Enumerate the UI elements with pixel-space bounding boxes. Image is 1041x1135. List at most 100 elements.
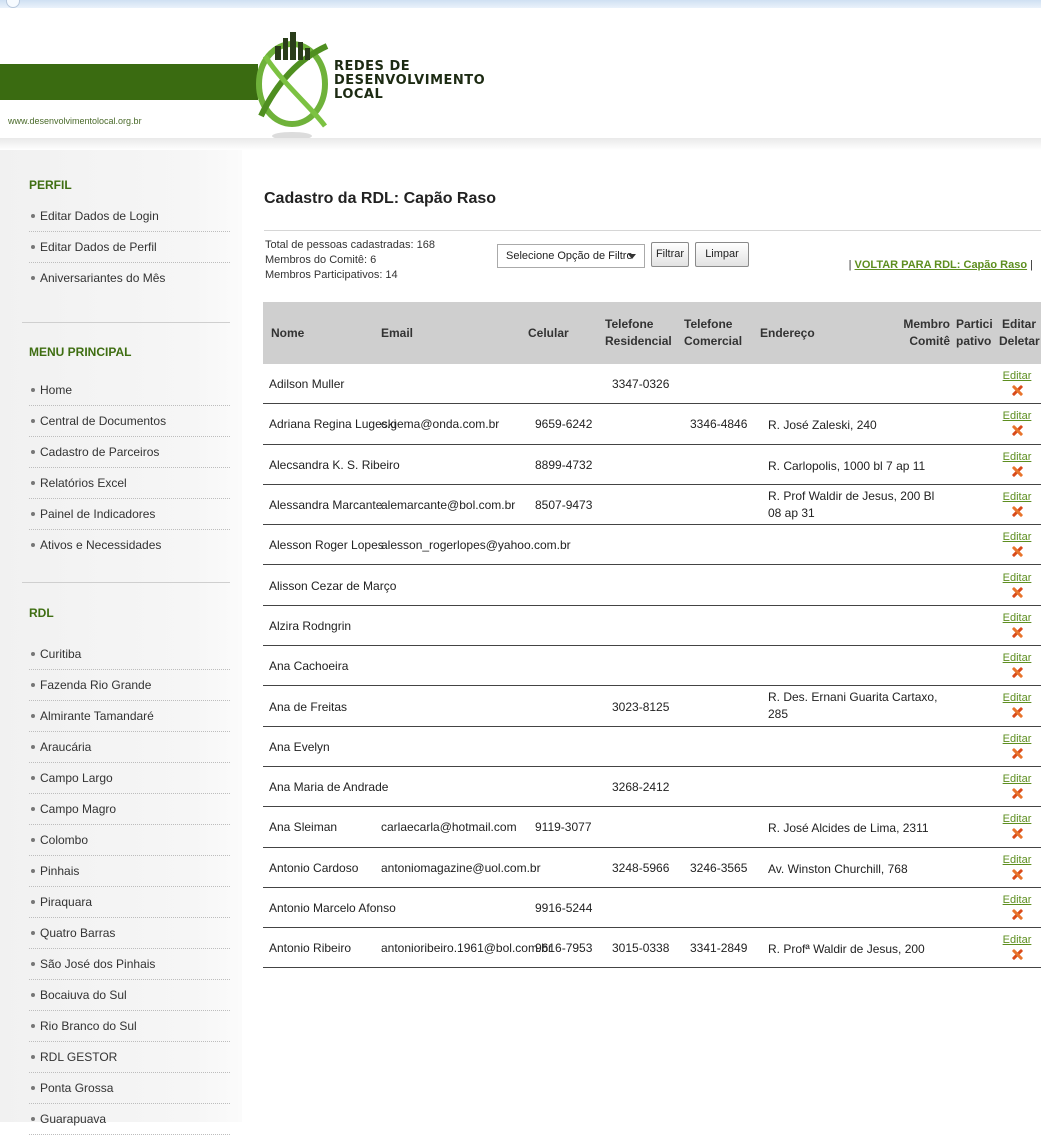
sidebar-item-cadastro-parceiros[interactable]: Cadastro de Parceiros — [29, 437, 230, 468]
delete-x-icon[interactable] — [1011, 424, 1023, 436]
sidebar-item-rdl[interactable]: Campo Magro — [29, 794, 230, 825]
delete-x-icon[interactable] — [1011, 626, 1023, 638]
delete-x-icon[interactable] — [1011, 908, 1023, 920]
logo-globe-icon[interactable] — [255, 26, 330, 141]
sidebar-item-rdl[interactable]: Bocaiuva do Sul — [29, 980, 230, 1011]
sidebar-item-rdl[interactable]: Araucária — [29, 732, 230, 763]
edit-link[interactable]: Editar — [999, 773, 1035, 786]
sidebar-item-rdl[interactable]: São José dos Pinhais — [29, 949, 230, 980]
sidebar-item-rdl[interactable]: Almirante Tamandaré — [29, 701, 230, 732]
voltar-link[interactable]: VOLTAR PARA RDL: Capão Raso — [855, 259, 1028, 271]
sidebar-item-editar-perfil[interactable]: Editar Dados de Perfil — [29, 232, 230, 263]
edit-link[interactable]: Editar — [999, 894, 1035, 907]
sidebar-item-editar-login[interactable]: Editar Dados de Login — [29, 201, 230, 232]
bullet-icon — [31, 418, 35, 423]
site-url[interactable]: www.desenvolvimentolocal.org.br — [8, 116, 142, 126]
cell-celular: 8899-4732 — [535, 457, 593, 472]
sidebar-item-rdl[interactable]: Colombo — [29, 825, 230, 856]
edit-link[interactable]: Editar — [999, 733, 1035, 746]
cell-telefone-comercial: 3346-4846 — [690, 417, 748, 432]
col-header-telefone-comercial[interactable]: Telefone Comercial — [684, 316, 742, 350]
sidebar-item-painel-indicadores[interactable]: Painel de Indicadores — [29, 499, 230, 530]
sidebar-item-rdl[interactable]: Ponta Grossa — [29, 1073, 230, 1104]
edit-link[interactable]: Editar — [999, 491, 1035, 504]
delete-x-icon[interactable] — [1011, 384, 1023, 396]
delete-x-icon[interactable] — [1011, 706, 1023, 718]
sidebar-item-rdl[interactable]: Campo Largo — [29, 763, 230, 794]
bullet-icon — [31, 837, 35, 842]
col-header-endereco[interactable]: Endereço — [760, 325, 815, 342]
delete-x-icon[interactable] — [1011, 747, 1023, 759]
voltar-separator-right: | — [1030, 259, 1033, 271]
col-header-nome[interactable]: Nome — [271, 325, 304, 342]
edit-link[interactable]: Editar — [999, 934, 1035, 947]
sidebar-item-rdl[interactable]: Fazenda Rio Grande — [29, 670, 230, 701]
sidebar-item-rdl[interactable]: RDL GESTOR — [29, 1042, 230, 1073]
bullet-icon — [31, 992, 35, 997]
edit-link[interactable]: Editar — [999, 410, 1035, 423]
bullet-icon — [31, 1085, 35, 1090]
sidebar-item-home[interactable]: Home — [29, 375, 230, 406]
col-header-celular[interactable]: Celular — [528, 325, 569, 342]
edit-link[interactable]: Editar — [999, 572, 1035, 585]
sidebar-divider — [22, 322, 230, 323]
edit-delete-cell: Editar — [999, 733, 1035, 764]
delete-x-icon[interactable] — [1011, 868, 1023, 880]
table-row: Antonio Ribeiro antonioribeiro.1961@bol.c… — [263, 928, 1041, 969]
edit-link[interactable]: Editar — [999, 370, 1035, 383]
bullet-icon — [31, 449, 35, 454]
logo-text[interactable]: REDES DE DESENVOLVIMENTO LOCAL — [334, 60, 485, 102]
cell-email: carlaecarla@hotmail.com — [381, 820, 517, 835]
delete-x-icon[interactable] — [1011, 787, 1023, 799]
table-row: Alecsandra K. S. Ribeiro 8899-4732 R. Carl… — [263, 445, 1041, 485]
bullet-icon — [31, 480, 35, 485]
edit-delete-cell: Editar — [999, 612, 1035, 643]
col-header-membro-comite[interactable]: Membro Comitê — [877, 316, 950, 350]
cell-email: antonioribeiro.1961@bol.com.br — [381, 941, 552, 956]
sidebar-item-relatorios-excel[interactable]: Relatórios Excel — [29, 468, 230, 499]
stat-total: Total de pessoas cadastradas: 168 — [265, 239, 436, 251]
cell-endereco: R. José Alcides de Lima, 2311 — [768, 821, 929, 836]
sidebar-item-rdl[interactable]: Guarapuava — [29, 1104, 230, 1135]
edit-link[interactable]: Editar — [999, 451, 1035, 464]
delete-x-icon[interactable] — [1011, 827, 1023, 839]
clear-button[interactable]: Limpar — [695, 242, 749, 267]
edit-link[interactable]: Editar — [999, 854, 1035, 867]
cell-endereco: R. Carlopolis, 1000 bl 7 ap 11 — [768, 458, 926, 473]
sidebar-item-rdl[interactable]: Quatro Barras — [29, 918, 230, 949]
bullet-icon — [31, 542, 35, 547]
col-header-editar-deletar: Editar Deletar — [999, 317, 1040, 348]
filter-select[interactable]: Selecione Opção de Filtro — [497, 244, 645, 268]
bullet-icon — [31, 868, 35, 873]
sidebar-item-rdl[interactable]: Piraquara — [29, 887, 230, 918]
edit-link[interactable]: Editar — [999, 612, 1035, 625]
bullet-icon — [31, 511, 35, 516]
stat-participativos: Membros Participativos: 14 — [265, 269, 398, 281]
col-header-email[interactable]: Email — [381, 325, 413, 342]
cell-endereco: Av. Winston Churchill, 768 — [768, 861, 908, 876]
filter-button[interactable]: Filtrar — [651, 242, 689, 267]
delete-x-icon[interactable] — [1011, 505, 1023, 517]
cell-celular: 9616-7953 — [535, 941, 593, 956]
cell-nome: Alisson Cezar de Março — [269, 578, 397, 593]
sidebar-item-aniversariantes[interactable]: Aniversariantes do Mês — [29, 263, 230, 294]
edit-link[interactable]: Editar — [999, 813, 1035, 826]
edit-link[interactable]: Editar — [999, 652, 1035, 665]
edit-link[interactable]: Editar — [999, 531, 1035, 544]
table-row: Antonio Cardoso antoniomagazine@uol.com.b… — [263, 848, 1041, 888]
delete-x-icon[interactable] — [1011, 545, 1023, 557]
col-header-participativo[interactable]: Partici pativo — [956, 316, 993, 350]
delete-x-icon[interactable] — [1011, 586, 1023, 598]
edit-link[interactable]: Editar — [999, 692, 1035, 705]
delete-x-icon[interactable] — [1011, 948, 1023, 960]
delete-x-icon[interactable] — [1011, 666, 1023, 678]
sidebar-item-rdl[interactable]: Pinhais — [29, 856, 230, 887]
cell-nome: Ana Maria de Andrade — [269, 780, 389, 795]
delete-x-icon[interactable] — [1011, 465, 1023, 477]
col-header-telefone-residencial[interactable]: Telefone Residencial — [605, 316, 672, 350]
sidebar-item-rdl[interactable]: Rio Branco do Sul — [29, 1011, 230, 1042]
sidebar-item-central-documentos[interactable]: Central de Documentos — [29, 406, 230, 437]
sidebar-item-ativos-necessidades[interactable]: Ativos e Necessidades — [29, 530, 230, 561]
table-header: Nome Email Celular Telefone Residencial T… — [263, 302, 1041, 364]
sidebar-item-rdl[interactable]: Curitiba — [29, 639, 230, 670]
